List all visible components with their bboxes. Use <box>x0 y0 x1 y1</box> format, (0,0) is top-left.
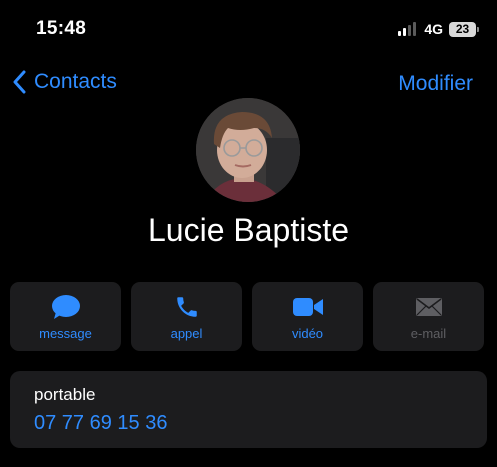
avatar-photo <box>196 98 300 202</box>
battery-level: 23 <box>449 21 476 37</box>
message-button-label: message <box>39 326 92 341</box>
phone-icon <box>174 294 200 320</box>
contact-name: Lucie Baptiste <box>147 212 349 248</box>
video-button[interactable]: vidéo <box>252 282 363 351</box>
status-bar: 15:48 4G 23 <box>0 0 497 60</box>
call-button[interactable]: appel <box>131 282 242 351</box>
envelope-icon <box>415 294 443 320</box>
back-button-label: Contacts <box>34 70 117 93</box>
battery-icon: 23 <box>449 21 479 37</box>
phone-number-link[interactable]: 07 77 69 15 36 <box>34 412 167 435</box>
video-camera-icon <box>292 294 324 320</box>
phone-type-label: portable <box>34 385 96 404</box>
status-time: 15:48 <box>36 18 87 39</box>
network-type: 4G <box>424 21 443 37</box>
message-bubble-icon <box>51 294 81 320</box>
email-button[interactable]: e-mail <box>373 282 484 351</box>
phone-number-card[interactable]: portable 07 77 69 15 36 <box>10 371 487 448</box>
status-indicators: 4G 23 <box>398 21 479 37</box>
action-buttons: message appel vidéo e-mail <box>10 282 487 351</box>
contact-avatar <box>196 98 300 202</box>
email-button-label: e-mail <box>410 326 447 341</box>
cellular-signal-icon <box>398 22 417 36</box>
chevron-left-icon <box>13 70 26 94</box>
message-button[interactable]: message <box>10 282 121 351</box>
back-button[interactable]: Contacts <box>12 70 117 94</box>
call-button-label: appel <box>170 326 203 341</box>
edit-button[interactable]: Modifier <box>398 72 473 96</box>
video-button-label: vidéo <box>291 326 324 341</box>
